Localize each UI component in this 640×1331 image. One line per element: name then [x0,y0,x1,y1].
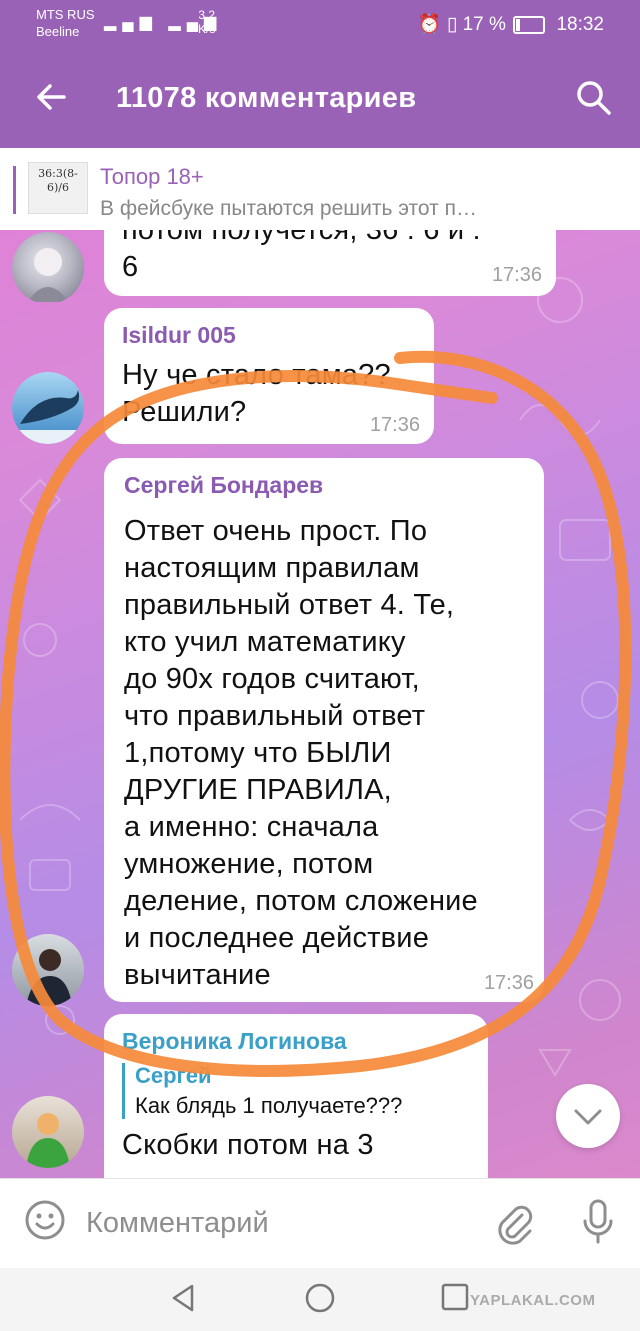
watermark: YAPLAKAL.COM [470,1292,596,1309]
message-line: вычитание [124,959,271,991]
message-clip: Вероника Логинова Сергей Как блядь 1 пол… [104,1014,488,1178]
scroll-down-button[interactable] [556,1084,620,1148]
reply-author: Сергей [135,1063,212,1088]
message-bubble: Isildur 005 Ну че стало тама?? Решили? 1… [104,308,434,444]
message-line: настоящим правилам [124,552,420,584]
paperclip-icon [498,1205,533,1245]
message-line: Ну че стало тама?? [122,359,391,391]
carrier-name: MTS RUS [36,7,95,22]
avatar[interactable] [12,372,84,444]
reply-text: Как блядь 1 получаете??? [135,1093,403,1118]
message-time: 17:36 [483,972,534,994]
microphone-button[interactable] [578,1197,618,1245]
battery-fill [516,18,521,31]
message-author[interactable]: Isildur 005 [122,322,416,349]
signal-icon: ▂▄▆ [104,14,158,31]
message-time: 17:36 [491,264,542,286]
attach-button[interactable] [492,1201,536,1245]
message-line: Скобки потом на 3 [122,1129,374,1161]
arrow-left-icon [37,84,66,110]
message-line: ДРУГИЕ ПРАВИЛА, [124,774,392,806]
avatar[interactable] [12,1096,84,1168]
message-bubble: потом получется, 36 : 6 и : 6 17:36 [104,230,556,296]
speed-unit: K/s [198,22,216,36]
pinned-preview: В фейсбуке пытаются решить этот п… [100,197,477,220]
app-header: 11078 комментариев [0,50,640,148]
person-avatar-icon [26,949,72,1006]
message-time: 17:36 [369,414,420,436]
message-author[interactable]: Сергей Бондарев [124,472,524,499]
smiley-icon [25,1200,65,1240]
message-line: Ответ очень прост. По [124,515,428,547]
message-line: правильный ответ 4. Те, [124,589,455,621]
avatar[interactable] [12,934,84,1006]
pinned-title: Топор 18+ [100,164,204,189]
triangle-back-icon [172,1284,194,1312]
status-bar: MTS RUS Beeline ▂▄▆ ▂▄▆ 3,2 K/s ⏰ ▯ 17 %… [0,0,640,50]
microphone-icon [583,1199,613,1244]
vibrate-icon: ▯ [446,14,458,35]
comment-input[interactable] [84,1199,478,1247]
whale-avatar-icon [12,390,84,444]
clock: 18:32 [556,14,604,35]
pinned-accent-bar [13,166,16,214]
avatar[interactable] [12,232,84,302]
person-avatar-icon [26,1113,70,1168]
comment-input-bar [0,1178,640,1269]
message-clip: потом получется, 36 : 6 и : 6 17:36 [0,230,640,302]
carrier-info: MTS RUS Beeline [36,6,95,40]
emoji-button[interactable] [24,1199,66,1241]
circle-home-icon [305,1283,335,1313]
chevron-down-icon [574,1109,602,1125]
pinned-thumbnail: 36:3(8-6)/6 [28,162,88,214]
message-line: деление, потом сложение [124,885,478,917]
message-line: умножение, потом [124,848,374,880]
message-line: 1,потому что БЫЛИ [124,737,392,769]
search-icon [577,81,611,115]
message-bubble: Вероника Логинова Сергей Как блядь 1 пол… [104,1014,488,1178]
nav-back-button[interactable] [168,1282,198,1314]
pinned-post[interactable]: 36:3(8-6)/6 Топор 18+ В фейсбуке пытаютс… [0,148,640,230]
message-author[interactable]: Вероника Логинова [122,1028,470,1055]
battery-icon [513,15,546,34]
speed-value: 3,2 [198,8,216,22]
message-line: потом получется, 36 : 6 и : [122,230,481,246]
search-button[interactable] [574,78,614,118]
message-line: а именно: сначала [124,811,379,843]
network-speed: 3,2 K/s [198,8,215,36]
pinned-thumbnail-text: 36:3(8-6)/6 [38,167,78,194]
page-title: 11078 комментариев [116,82,417,114]
anime-avatar-icon [27,248,69,302]
status-right: ⏰ ▯ 17 % 18:32 [418,12,604,36]
back-button[interactable] [34,80,68,114]
reply-quote[interactable]: Сергей Как блядь 1 получаете??? [122,1063,470,1119]
alarm-icon: ⏰ [417,14,442,35]
message-line: до 90х годов считают, [124,663,420,695]
message-line: и последнее действие [124,922,430,954]
nav-home-button[interactable] [304,1282,336,1314]
message-line: кто учил математику [124,626,406,658]
message-line: что правильный ответ [124,700,426,732]
message-bubble: Сергей Бондарев Ответ очень прост. По на… [104,458,544,1002]
message-line: 6 [122,251,139,283]
carrier-sub: Beeline [36,24,80,39]
square-recents-icon [441,1283,469,1311]
message-body: Ответ очень прост. По настоящим правилам… [124,513,524,994]
nav-recents-button[interactable] [440,1282,470,1312]
battery-percent: 17 % [462,14,506,35]
